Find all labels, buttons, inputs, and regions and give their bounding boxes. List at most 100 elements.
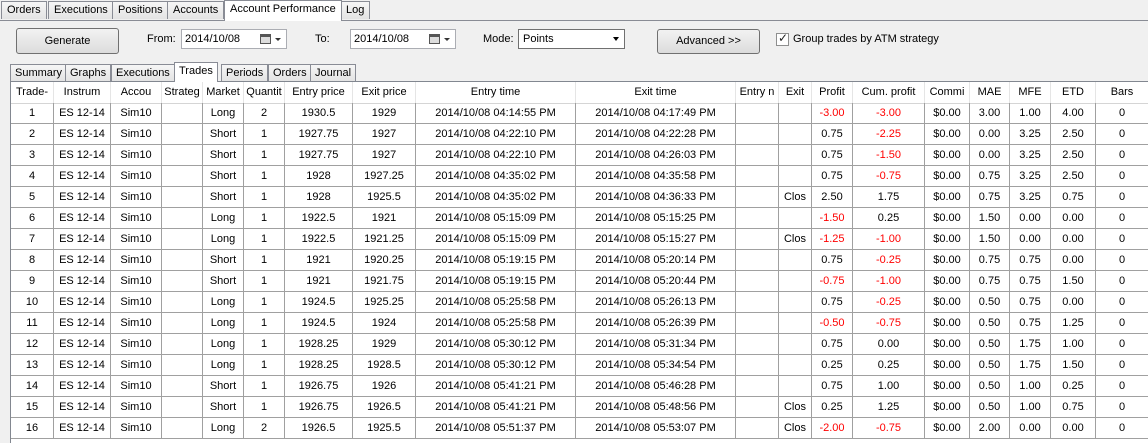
column-header-quantity[interactable]: Quantit	[244, 82, 285, 103]
cell-exit-name	[779, 208, 812, 228]
cell-profit: 0.75	[812, 166, 853, 186]
cell-mae: 1.50	[970, 208, 1010, 228]
cell-entry-price: 1927.75	[285, 145, 353, 165]
cell-profit: 0.75	[812, 376, 853, 396]
trades-grid[interactable]: Trade- Instrum Accou Strateg Market Quantit En…	[10, 81, 1148, 443]
table-row[interactable]: 10 ES 12-14 Sim10 Long 1 1924.5 1925.25 2014/10…	[11, 292, 1148, 313]
column-header-mfe[interactable]: MFE	[1010, 82, 1051, 103]
column-header-market[interactable]: Market	[203, 82, 244, 103]
cell-entry-name	[736, 187, 779, 207]
cell-cum-profit: -0.25	[853, 250, 925, 270]
column-header-exit-price[interactable]: Exit price	[353, 82, 416, 103]
table-row[interactable]: 13 ES 12-14 Sim10 Long 1 1928.25 1928.5 2014/10…	[11, 355, 1148, 376]
table-row[interactable]: 9 ES 12-14 Sim10 Short 1 1921 1921.75 2014/10/0…	[11, 271, 1148, 292]
cell-quantity: 1	[244, 208, 285, 228]
table-row[interactable]: 7 ES 12-14 Sim10 Long 1 1922.5 1921.25 2014/10/…	[11, 229, 1148, 250]
cell-mae: 0.50	[970, 292, 1010, 312]
cell-exit-time: 2014/10/08 05:26:13 PM	[576, 292, 736, 312]
cell-bars: 0	[1096, 250, 1148, 270]
cell-trade-number: 8	[11, 250, 54, 270]
column-header-entry-time[interactable]: Entry time	[416, 82, 576, 103]
group-trades-checkbox[interactable]	[776, 31, 789, 46]
cell-entry-price: 1921	[285, 271, 353, 291]
cell-trade-number: 11	[11, 313, 54, 333]
tab-positions[interactable]: Positions	[112, 1, 169, 19]
cell-bars: 0	[1096, 418, 1148, 438]
tab-trades[interactable]: Trades	[174, 62, 218, 82]
cell-mae: 0.75	[970, 271, 1010, 291]
tab-graphs[interactable]: Graphs	[65, 64, 112, 81]
cell-entry-name	[736, 103, 779, 123]
cell-account: Sim10	[111, 397, 162, 417]
cell-bars: 0	[1096, 334, 1148, 354]
tab-account-performance[interactable]: Account Performance	[224, 0, 342, 21]
top-tab-strip: Orders Executions Positions Accounts Acc…	[0, 0, 1148, 21]
column-header-profit[interactable]: Profit	[812, 82, 853, 103]
advanced-button[interactable]: Advanced >>	[657, 29, 760, 54]
chevron-down-icon[interactable]	[613, 37, 619, 41]
cell-mae: 0.75	[970, 250, 1010, 270]
cell-quantity: 1	[244, 124, 285, 144]
tab-executions[interactable]: Executions	[111, 64, 175, 81]
grid-header: Trade- Instrum Accou Strateg Market Quantit En…	[11, 82, 1148, 104]
tab-accounts[interactable]: Accounts	[167, 1, 225, 19]
tab-periods[interactable]: Periods	[221, 64, 269, 81]
cell-profit: 0.25	[812, 355, 853, 375]
cell-entry-price: 1922.5	[285, 208, 353, 228]
column-header-bars[interactable]: Bars	[1096, 82, 1148, 103]
cell-entry-time: 2014/10/08 04:14:55 PM	[416, 103, 576, 123]
from-date-field[interactable]: 2014/10/08	[181, 29, 287, 49]
tab-journal[interactable]: Journal	[310, 64, 357, 81]
table-row[interactable]: 6 ES 12-14 Sim10 Long 1 1922.5 1921 2014/10/08 …	[11, 208, 1148, 229]
column-header-etd[interactable]: ETD	[1051, 82, 1096, 103]
cell-etd: 2.50	[1051, 124, 1096, 144]
cell-mfe: 3.25	[1010, 166, 1051, 186]
column-header-trade-number[interactable]: Trade-	[11, 82, 54, 103]
column-header-instrument[interactable]: Instrum	[54, 82, 111, 103]
cell-exit-time: 2014/10/08 04:17:49 PM	[576, 103, 736, 123]
column-header-entry-price[interactable]: Entry price	[285, 82, 353, 103]
chevron-down-icon[interactable]	[275, 38, 281, 41]
table-row[interactable]: 2 ES 12-14 Sim10 Short 1 1927.75 1927 2014/10/0…	[11, 124, 1148, 145]
column-header-mae[interactable]: MAE	[970, 82, 1010, 103]
tab-orders[interactable]: Orders	[1, 1, 47, 19]
cell-profit: -2.00	[812, 418, 853, 438]
table-row[interactable]: 5 ES 12-14 Sim10 Short 1 1928 1925.5 2014/10/08…	[11, 187, 1148, 208]
cell-strategy	[162, 124, 203, 144]
column-header-account[interactable]: Accou	[111, 82, 162, 103]
column-header-commission[interactable]: Commi	[925, 82, 970, 103]
column-header-strategy[interactable]: Strateg	[162, 82, 203, 103]
table-row[interactable]: 14 ES 12-14 Sim10 Short 1 1926.75 1926 2014/10/…	[11, 376, 1148, 397]
column-header-exit-name[interactable]: Exit	[779, 82, 812, 103]
tab-log[interactable]: Log	[340, 1, 371, 19]
cell-mae: 0.50	[970, 355, 1010, 375]
cell-exit-price: 1927	[353, 145, 416, 165]
to-date-field[interactable]: 2014/10/08	[350, 29, 456, 49]
calendar-icon[interactable]	[429, 34, 440, 44]
mode-select[interactable]: Points	[518, 29, 625, 49]
table-row[interactable]: 11 ES 12-14 Sim10 Long 1 1924.5 1924 2014/10/08…	[11, 313, 1148, 334]
tab-orders[interactable]: Orders	[268, 64, 312, 81]
table-row[interactable]: 3 ES 12-14 Sim10 Short 1 1927.75 1927 2014/10/0…	[11, 145, 1148, 166]
generate-button[interactable]: Generate	[16, 28, 119, 54]
cell-strategy	[162, 355, 203, 375]
cell-mfe: 3.25	[1010, 187, 1051, 207]
table-row[interactable]: 1 ES 12-14 Sim10 Long 2 1930.5 1929 2014/10/08 …	[11, 103, 1148, 124]
cell-trade-number: 13	[11, 355, 54, 375]
cell-instrument: ES 12-14	[54, 376, 111, 396]
calendar-icon[interactable]	[260, 34, 271, 44]
column-header-cum-profit[interactable]: Cum. profit	[853, 82, 925, 103]
table-row[interactable]: 15 ES 12-14 Sim10 Short 1 1926.75 1926.5 2014/1…	[11, 397, 1148, 418]
cell-entry-time: 2014/10/08 05:51:37 PM	[416, 418, 576, 438]
tab-executions[interactable]: Executions	[48, 1, 114, 19]
cell-account: Sim10	[111, 103, 162, 123]
table-row[interactable]: 16 ES 12-14 Sim10 Long 2 1926.5 1925.5 2014/10/…	[11, 418, 1148, 439]
table-row[interactable]: 8 ES 12-14 Sim10 Short 1 1921 1920.25 2014/10/0…	[11, 250, 1148, 271]
chevron-down-icon[interactable]	[444, 38, 450, 41]
column-header-entry-name[interactable]: Entry n	[736, 82, 779, 103]
column-header-exit-time[interactable]: Exit time	[576, 82, 736, 103]
table-row[interactable]: 4 ES 12-14 Sim10 Short 1 1928 1927.25 2014/10/0…	[11, 166, 1148, 187]
cell-strategy	[162, 145, 203, 165]
tab-summary[interactable]: Summary	[10, 64, 68, 81]
table-row[interactable]: 12 ES 12-14 Sim10 Long 1 1928.25 1929 2014/10/0…	[11, 334, 1148, 355]
